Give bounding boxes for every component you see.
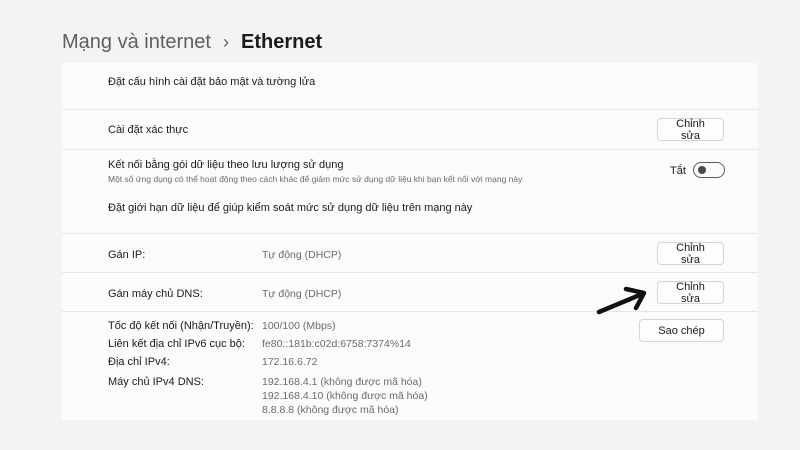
edit-dns-button[interactable]: Chỉnh sửa <box>657 281 724 305</box>
ipv6-value: fe80::181b:c02d:6758:7374%14 <box>262 338 411 350</box>
ip-assignment-row: Gán IP: Tự động (DHCP) Chỉnh sửa <box>62 234 758 272</box>
metered-connection-toggle[interactable] <box>693 162 725 178</box>
dns-server-value: 192.168.4.1 (không được mã hóa) <box>262 376 422 388</box>
security-row[interactable]: Đặt cấu hình cài đặt bảo mật và tường lử… <box>62 63 758 109</box>
toggle-knob <box>698 166 706 174</box>
dns-server-value: 192.168.4.10 (không được mã hóa) <box>262 390 428 402</box>
link-speed-label: Tốc độ kết nối (Nhận/Truyền): <box>108 320 254 332</box>
breadcrumb-parent-link[interactable]: Mạng và internet <box>62 31 211 54</box>
metered-connection-row: Kết nối bằng gói dữ liệu theo lưu lượng … <box>62 150 758 185</box>
metered-connection-description: Một số ứng dụng có thể hoạt động theo cá… <box>108 174 523 184</box>
copy-button[interactable]: Sao chép <box>639 319 724 342</box>
edit-authentication-button[interactable]: Chỉnh sửa <box>657 118 724 142</box>
breadcrumb: Mạng và internet › Ethernet <box>62 26 322 58</box>
ipv4-value: 172.16.6.72 <box>262 356 318 368</box>
ipv6-label: Liên kết địa chỉ IPv6 cục bộ: <box>108 338 245 350</box>
settings-panel: Đặt cấu hình cài đặt bảo mật và tường lử… <box>62 63 758 420</box>
toggle-state-label: Tắt <box>670 165 686 177</box>
data-limit-row[interactable]: Đặt giới hạn dữ liệu để giúp kiểm soát m… <box>62 185 758 230</box>
ip-assignment-value: Tự động (DHCP) <box>262 249 342 261</box>
authentication-row: Cài đặt xác thực Chỉnh sửa <box>62 110 758 149</box>
link-speed-value: 100/100 (Mbps) <box>262 320 336 332</box>
dns-servers-label: Máy chủ IPv4 DNS: <box>108 376 204 388</box>
dns-assignment-row: Gán máy chủ DNS: Tự động (DHCP) Chỉnh sử… <box>62 273 758 311</box>
page-title: Ethernet <box>240 30 323 53</box>
metered-connection-label: Kết nối bằng gói dữ liệu theo lưu lượng … <box>108 159 344 171</box>
ip-assignment-label: Gán IP: <box>108 249 146 261</box>
dns-assignment-value: Tự động (DHCP) <box>262 288 342 300</box>
chevron-right-icon: › <box>222 31 229 52</box>
properties-section: Sao chép Tốc độ kết nối (Nhận/Truyền): 1… <box>62 312 758 420</box>
dns-server-value: 8.8.8.8 (không được mã hóa) <box>262 404 399 416</box>
security-settings-link[interactable]: Đặt cấu hình cài đặt bảo mật và tường lử… <box>108 76 315 88</box>
authentication-label: Cài đặt xác thực <box>108 124 189 136</box>
data-limit-link[interactable]: Đặt giới hạn dữ liệu để giúp kiểm soát m… <box>108 202 472 214</box>
dns-assignment-label: Gán máy chủ DNS: <box>108 288 203 300</box>
arrow-right-icon <box>596 286 647 315</box>
ipv4-label: Địa chỉ IPv4: <box>108 356 170 368</box>
edit-ip-button[interactable]: Chỉnh sửa <box>657 242 724 266</box>
